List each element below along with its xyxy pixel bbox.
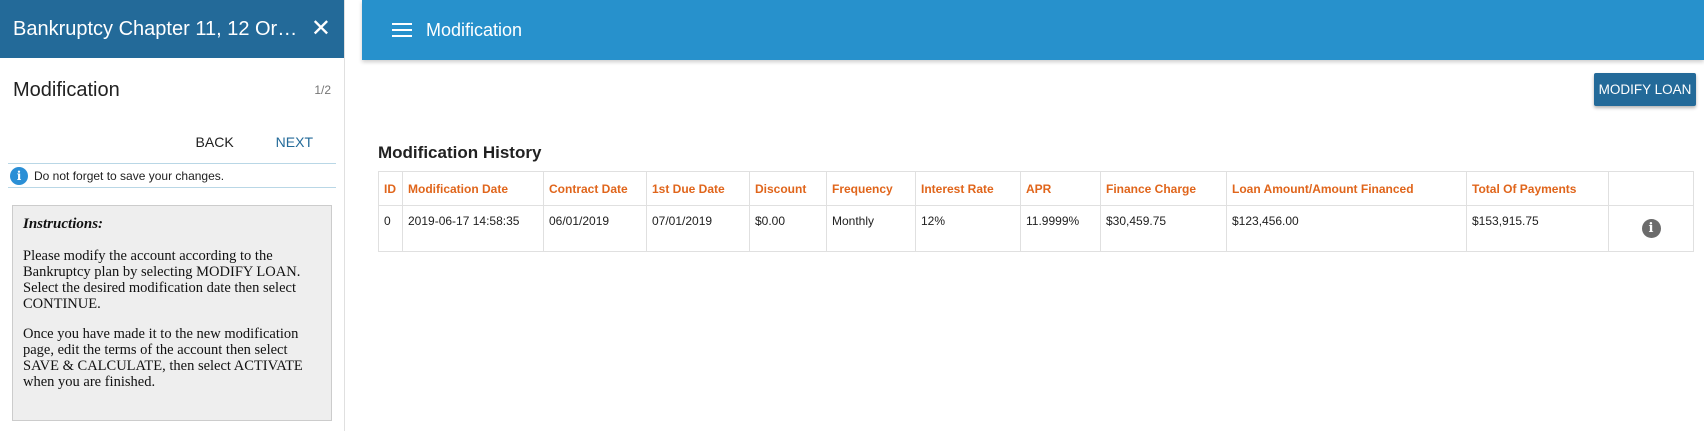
cell-discount: $0.00 (749, 205, 827, 252)
column-header: 1st Due Date (646, 171, 750, 206)
cell-id: 0 (378, 205, 403, 252)
step-navigation: BACK NEXT (0, 122, 344, 162)
info-icon: i (10, 166, 28, 185)
cell-contract-date: 06/01/2019 (543, 205, 647, 252)
cell-finance-charge: $30,459.75 (1100, 205, 1227, 252)
save-notice: i Do not forget to save your changes. (8, 163, 336, 188)
column-header: Contract Date (543, 171, 647, 206)
cell-action: i (1608, 205, 1694, 252)
column-header: Total Of Payments (1466, 171, 1609, 206)
notice-text: Do not forget to save your changes. (34, 168, 225, 183)
column-header: Frequency (826, 171, 916, 206)
instructions-paragraph: Please modify the account according to t… (23, 248, 301, 312)
cell-modification-date: 2019-06-17 14:58:35 (402, 205, 544, 252)
cell-loan-amount: $123,456.00 (1226, 205, 1467, 252)
menu-icon[interactable] (392, 23, 412, 37)
column-header: ID (378, 171, 403, 206)
modification-history-table: ID Modification Date Contract Date 1st D… (378, 171, 1694, 252)
info-icon[interactable]: i (1641, 219, 1661, 238)
column-header: Loan Amount/Amount Financed (1226, 171, 1467, 206)
cell-first-due-date: 07/01/2019 (646, 205, 750, 252)
back-button[interactable]: BACK (180, 128, 250, 156)
instructions-paragraph: Once you have made it to the new modific… (23, 326, 303, 390)
cell-apr: 11.9999% (1020, 205, 1101, 252)
step-header: Modification 1/2 (0, 58, 344, 122)
instructions-title: Instructions: (23, 216, 104, 232)
cell-frequency: Monthly (826, 205, 916, 252)
table-header-row: ID Modification Date Contract Date 1st D… (378, 171, 1694, 206)
instructions-box: Instructions: Please modify the account … (12, 205, 332, 421)
cell-interest-rate: 12% (915, 205, 1021, 252)
modify-loan-button[interactable]: MODIFY LOAN (1594, 73, 1696, 106)
table-row: 0 2019-06-17 14:58:35 06/01/2019 07/01/2… (378, 205, 1694, 252)
column-header: Interest Rate (915, 171, 1021, 206)
page-title: Modification (426, 19, 523, 40)
next-button[interactable]: NEXT (260, 128, 329, 156)
column-header: Modification Date (402, 171, 544, 206)
panel-title: Bankruptcy Chapter 11, 12 Or 1… (13, 17, 299, 40)
cell-total-of-payments: $153,915.75 (1466, 205, 1609, 252)
main-content: Modification MODIFY LOAN Modification Hi… (362, 0, 1704, 431)
column-header: APR (1020, 171, 1101, 206)
step-count: 1/2 (314, 83, 331, 97)
left-panel-header: Bankruptcy Chapter 11, 12 Or 1… ✕ (0, 0, 344, 58)
step-title: Modification (13, 78, 120, 101)
left-panel: Bankruptcy Chapter 11, 12 Or 1… ✕ Modifi… (0, 0, 345, 431)
history-title: Modification History (378, 143, 542, 162)
close-icon[interactable]: ✕ (311, 17, 331, 41)
top-app-bar: Modification (362, 0, 1704, 60)
column-header: Finance Charge (1100, 171, 1227, 206)
column-header: Discount (749, 171, 827, 206)
column-header (1608, 171, 1694, 206)
